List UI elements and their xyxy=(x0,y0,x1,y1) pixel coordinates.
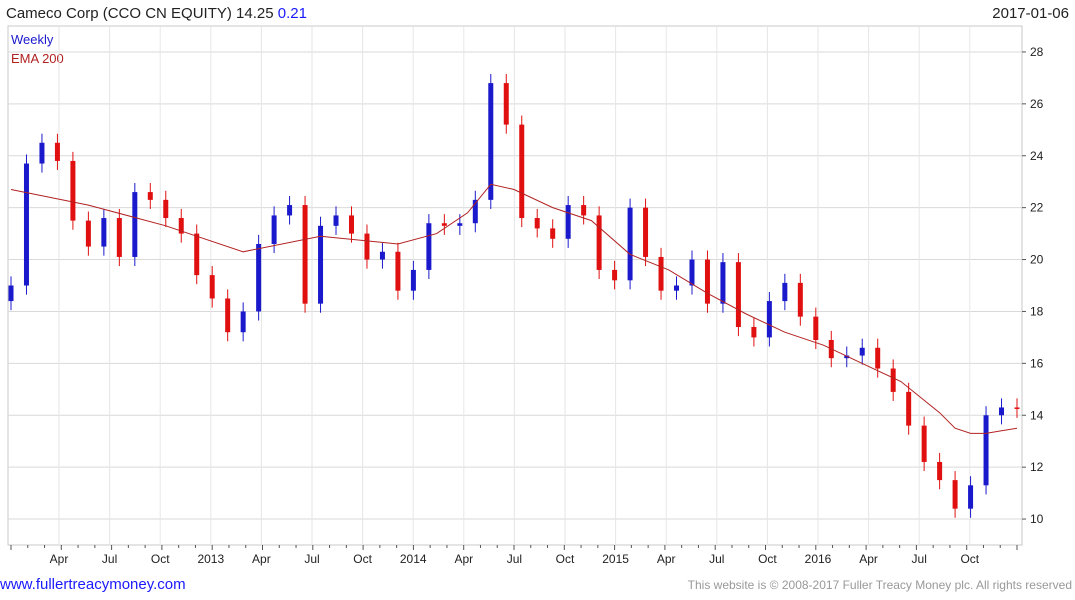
x-tick-label: Oct xyxy=(556,552,575,566)
candle-body xyxy=(674,285,680,291)
candle-body xyxy=(937,461,943,481)
x-tick-label: Apr xyxy=(252,552,271,566)
y-tick-label: 20 xyxy=(1030,253,1044,267)
candle-body xyxy=(194,233,200,276)
candle-body xyxy=(116,218,122,257)
x-tick-label: Oct xyxy=(353,552,372,566)
candle-body xyxy=(39,142,45,164)
candle-body xyxy=(968,485,974,509)
candle-body xyxy=(101,218,107,247)
candle-body xyxy=(333,215,339,226)
candle-body xyxy=(596,215,602,270)
y-tick-label: 28 xyxy=(1030,45,1044,59)
footer-website-link[interactable]: www.fullertreacymoney.com xyxy=(0,576,186,593)
candle-body xyxy=(766,301,772,338)
y-tick-label: 14 xyxy=(1030,408,1044,422)
y-tick-label: 24 xyxy=(1030,149,1044,163)
candle-body xyxy=(720,262,726,304)
candle-body xyxy=(658,256,664,291)
x-tick-label: 2015 xyxy=(602,552,629,566)
y-tick-label: 18 xyxy=(1030,304,1044,318)
candle-body xyxy=(519,124,525,219)
candle-body xyxy=(488,83,494,200)
x-tick-label: 2016 xyxy=(805,552,832,566)
candle-body xyxy=(426,223,432,270)
candle-body xyxy=(704,259,710,304)
x-tick-label: Jul xyxy=(304,552,319,566)
candle-body xyxy=(581,205,587,216)
candle-body xyxy=(627,207,633,281)
x-tick-label: 2014 xyxy=(400,552,427,566)
candle-body xyxy=(797,282,803,317)
x-tick-label: Apr xyxy=(859,552,878,566)
x-tick-label: Apr xyxy=(454,552,473,566)
candle-body xyxy=(85,220,91,247)
candle-body xyxy=(906,391,912,426)
candle-body xyxy=(240,311,246,333)
candle-body xyxy=(983,415,989,486)
y-tick-label: 10 xyxy=(1030,512,1044,526)
candle-body xyxy=(348,215,354,234)
x-tick-label: Jul xyxy=(507,552,522,566)
x-tick-label: Oct xyxy=(151,552,170,566)
candle-body xyxy=(209,275,215,299)
candle-body xyxy=(751,327,757,338)
candle-body xyxy=(921,425,927,462)
candle-body xyxy=(163,199,169,219)
candle-body xyxy=(782,282,788,302)
candle-body xyxy=(550,228,556,239)
price-chart: 10 12 14 16 18 20 22 24 26 28 Apr Jul Oct 2013 Apr Jul O… xyxy=(7,25,1044,566)
candle-body xyxy=(457,223,463,226)
candle-body xyxy=(287,205,293,216)
candle-body xyxy=(364,233,370,260)
x-tick-label: Apr xyxy=(657,552,676,566)
x-tick-label: Apr xyxy=(50,552,69,566)
x-tick-label: Jul xyxy=(102,552,117,566)
y-tick-label: 26 xyxy=(1030,97,1044,111)
y-tick-label: 16 xyxy=(1030,356,1044,370)
candle-body xyxy=(132,192,138,257)
x-tick-label: 2013 xyxy=(197,552,224,566)
candle-body xyxy=(890,368,896,392)
y-tick-label: 12 xyxy=(1030,460,1044,474)
candle-body xyxy=(441,223,447,226)
candle-body xyxy=(612,269,618,281)
candle-body xyxy=(952,480,958,509)
candle-body xyxy=(503,83,509,125)
candle-body xyxy=(70,160,76,221)
candle-body xyxy=(54,142,60,161)
candle-body xyxy=(643,207,649,257)
x-tick-label: Jul xyxy=(912,552,927,566)
footer-copyright: This website is © 2008-2017 Fuller Treac… xyxy=(687,578,1072,592)
candle-body xyxy=(23,163,29,286)
candle-body xyxy=(410,269,416,291)
grid-lines xyxy=(7,25,1023,546)
candle-body xyxy=(271,215,277,244)
candle-body xyxy=(565,205,571,239)
candle-body xyxy=(318,225,324,304)
y-tick-label: 22 xyxy=(1030,201,1044,215)
candle-body xyxy=(395,251,401,291)
candle-body xyxy=(147,192,153,200)
axes: 10 12 14 16 18 20 22 24 26 28 Apr Jul Oct 2013 Apr Jul O… xyxy=(10,45,1044,566)
candle-body xyxy=(8,285,14,302)
candle-body xyxy=(859,347,865,356)
candle-body xyxy=(875,347,881,369)
candle-body xyxy=(999,407,1005,416)
candle-body xyxy=(225,298,231,333)
candle-body xyxy=(689,259,695,286)
candle-body xyxy=(735,262,741,328)
x-tick-label: Oct xyxy=(758,552,777,566)
x-tick-label: Oct xyxy=(960,552,979,566)
x-tick-label: Jul xyxy=(709,552,724,566)
candle-body xyxy=(302,205,308,304)
candle-body xyxy=(379,251,385,260)
candle-body xyxy=(534,218,540,229)
candle-body xyxy=(256,243,262,312)
candle-body xyxy=(813,316,819,340)
candle-body xyxy=(1014,407,1020,409)
